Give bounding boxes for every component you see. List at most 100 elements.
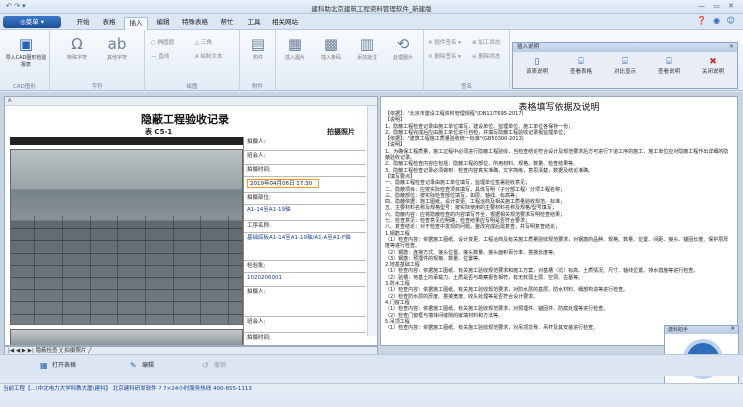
tab-related-sites[interactable]: 相关网站	[268, 17, 302, 30]
barcode-icon: ▥	[359, 35, 375, 53]
line-button[interactable]: — 直线	[151, 52, 169, 60]
table-icon: ▦	[40, 361, 48, 370]
document-area: A 隐蔽工程验收记录 表 C5-1 拍摄照片 拍摄人: 班会人: 拍摄时间: 2…	[0, 92, 743, 355]
form-label: 拍摄人:	[244, 287, 366, 317]
sheet-pane: A 隐蔽工程验收记录 表 C5-1 拍摄照片 拍摄人: 班会人: 拍摄时间: 2…	[4, 96, 378, 346]
draw-text-button[interactable]: A 绘制文本	[195, 52, 223, 60]
assistant-close-icon[interactable]: ✕	[730, 326, 735, 332]
form-label: 拍摄时间:	[244, 333, 366, 345]
form-label: 拍摄人:	[244, 137, 366, 151]
attach-button[interactable]: ▤ 附件	[241, 35, 275, 62]
note-icon: ⌸	[666, 57, 672, 67]
status-bar: 当前工程【...\中北电力大学科教大厦\建科】 北京建科研发软件 ? 7×24小…	[0, 383, 743, 393]
ribbon-group-sign: ✕ 插件签名 ▾ ⊕ 加工状态 ✕ 删除签名 ▾ ⊖ 删除状态 签名	[424, 30, 510, 91]
group-label: 绘图	[186, 84, 198, 90]
triangle-button[interactable]: △ 三角	[195, 38, 212, 46]
process-value[interactable]: 基础底板A1-14至A1-19轴/A1-A至A1-F轴	[244, 233, 366, 261]
construction-photo[interactable]	[10, 149, 243, 325]
qr-icon: ▩	[323, 35, 339, 53]
group-label: CAD图形	[13, 84, 36, 90]
form-label: 班会人:	[244, 317, 366, 333]
add-status-button[interactable]: ⊕ 加工状态	[472, 38, 500, 46]
cad-icon: ▣	[18, 35, 34, 53]
tab-special-table[interactable]: 特殊表格	[178, 17, 212, 30]
delete-sign-button[interactable]: ✕ 删除签名 ▾	[428, 52, 461, 60]
column-header: A	[5, 97, 377, 106]
compare-button[interactable]: ⌸ 对比显示	[605, 57, 645, 76]
add-comment-button[interactable]: ▥ 添加批注	[350, 35, 384, 62]
omega-icon: Ω	[71, 35, 83, 53]
tab-edit[interactable]: 编辑	[152, 17, 174, 30]
compare-icon: ⌸	[622, 57, 628, 67]
process-image-button[interactable]: ⟲ 处理图片	[386, 35, 420, 62]
list-icon: ⌸	[578, 57, 584, 67]
close-note-icon: ✖	[709, 57, 717, 67]
ribbon-group-attach: ▤ 附件 附件	[240, 30, 276, 91]
guide-text: 【依据】："北京市建设工程资料管理规程"(DB11/T695-2017) 【说明】…	[385, 111, 730, 331]
panel-title: 插入说明	[513, 43, 737, 52]
import-cad-button[interactable]: ▣ 导入CAD图形检验报表	[4, 35, 48, 69]
view-table-button[interactable]: ⌸ 查看表格	[561, 57, 601, 76]
position-value[interactable]: A1-14至A1-19轴	[244, 205, 366, 221]
ribbon-group-chars: Ω 特殊字符 ab 其他字符 字符	[50, 30, 145, 91]
group-label: 附件	[251, 84, 263, 90]
app-menu-button[interactable]: ◎菜单 ▾	[3, 16, 61, 28]
special-chars-button[interactable]: Ω 特殊字符	[60, 35, 94, 62]
edit-icon: ✎	[130, 361, 137, 370]
insert-image-button[interactable]: ▦ 插入图片	[278, 35, 312, 62]
close-notes-button[interactable]: ✖ 关闭说明	[693, 57, 733, 76]
edit-button[interactable]: ✎ 编辑	[130, 360, 154, 372]
photo-column-label: 拍摄照片	[327, 128, 355, 136]
view-notes-button[interactable]: ⌸ 查看说明	[649, 57, 689, 76]
tab-start[interactable]: 开始	[72, 17, 94, 30]
construction-photo-2[interactable]	[10, 329, 243, 345]
datetime-field[interactable]: 2019年04月06日 17:30	[247, 179, 319, 188]
form-label: 检验批:	[244, 261, 366, 273]
date-cell[interactable]: 2019年04月06日 17:30	[244, 177, 366, 193]
group-label: 字符	[91, 84, 103, 90]
tab-table[interactable]: 表格	[98, 17, 120, 30]
panel-close-icon[interactable]: ✕	[729, 43, 734, 50]
form-label: 拍摄时间:	[244, 165, 366, 177]
insert-notes-panel: 插入说明 ✕ ▯ 该表说明 ⌸ 查看表格 ⌸ 对比显示 ⌸ 查看说明 ✖ 关闭说…	[512, 42, 738, 89]
assistant-title: 建科助手	[665, 326, 738, 334]
vertical-scrollbar[interactable]	[367, 106, 377, 336]
window-controls[interactable]: — ▭ ✕	[698, 2, 737, 10]
attach-icon: ▤	[250, 35, 266, 53]
title-bar: ↶ ↷ ▾ 建科助北京建筑工程资料管理软件_新建版 — ▭ ✕	[0, 0, 743, 14]
sheet-title: 隐蔽工程验收记录	[141, 113, 229, 126]
plugin-sign-button[interactable]: ✕ 插件签名 ▾	[428, 38, 461, 46]
menu-bar: ◎菜单 ▾ 开始 表格 插入 编辑 特殊表格 帮忙 工具 相关网站 ❓ ◉ ☺	[0, 14, 743, 30]
bottom-toolbar: ▦ 打开表格 ✎ 编辑 ↺ 撤销	[0, 354, 743, 376]
guide-line: （1）检查内容：依据施工图纸、设计变更、工程洽商及有关施工质量验收规范要求，对钢…	[385, 236, 729, 250]
photo-header-bar	[10, 137, 243, 145]
guide-line: （1）检查内容：依据施工图纸、有关施工验收规范要求和施工方案，对基槽（坑）标高、…	[385, 268, 699, 275]
ribbon-group-cad: ▣ 导入CAD图形检验报表 CAD图形	[0, 30, 50, 91]
undo-icon: ↺	[202, 361, 209, 370]
form-icon: ▯	[534, 57, 540, 67]
form-label: 工序名称:	[244, 221, 366, 233]
tab-tools[interactable]: 工具	[244, 17, 264, 30]
ellipse-button[interactable]: ○ 椭圆圆	[151, 38, 174, 46]
guide-pane: 表格填写依据及说明 【依据】："北京市建设工程资料管理规程"(DB11/T695…	[380, 96, 738, 346]
help-icons[interactable]: ❓ ◉ ☺	[697, 16, 737, 25]
window-title: 建科助北京建筑工程资料管理软件_新建版	[311, 5, 432, 13]
group-label: 签名	[460, 84, 472, 90]
photo-info-form: 拍摄人: 班会人: 拍摄时间: 2019年04月06日 17:30 拍摄部位: …	[243, 137, 366, 345]
process-icon: ⟲	[396, 35, 410, 53]
form-label: 班会人:	[244, 151, 366, 165]
abc-icon: ab	[107, 35, 127, 53]
delete-status-button[interactable]: ⊖ 删除状态	[472, 52, 500, 60]
open-table-button[interactable]: ▦ 打开表格	[40, 360, 76, 372]
insert-barcode-button[interactable]: ▩ 插入条码	[314, 35, 348, 62]
image-icon: ▦	[287, 35, 303, 53]
other-chars-button[interactable]: ab 其他字符	[100, 35, 134, 62]
tab-help[interactable]: 帮忙	[216, 17, 238, 30]
form-label: 拍摄部位:	[244, 193, 366, 205]
inspection-lot-value[interactable]: 1020206001	[244, 273, 366, 287]
undo-button[interactable]: ↺ 撤销	[202, 360, 226, 372]
form-notes-button[interactable]: ▯ 该表说明	[517, 57, 557, 76]
tab-insert[interactable]: 插入	[124, 17, 148, 30]
form-number: 表 C5-1	[145, 128, 173, 136]
guide-line: 1、为确保工程质量，施工过程中必须进行隐蔽工程验收，当检查结论符合设计及规范要求…	[385, 148, 729, 162]
